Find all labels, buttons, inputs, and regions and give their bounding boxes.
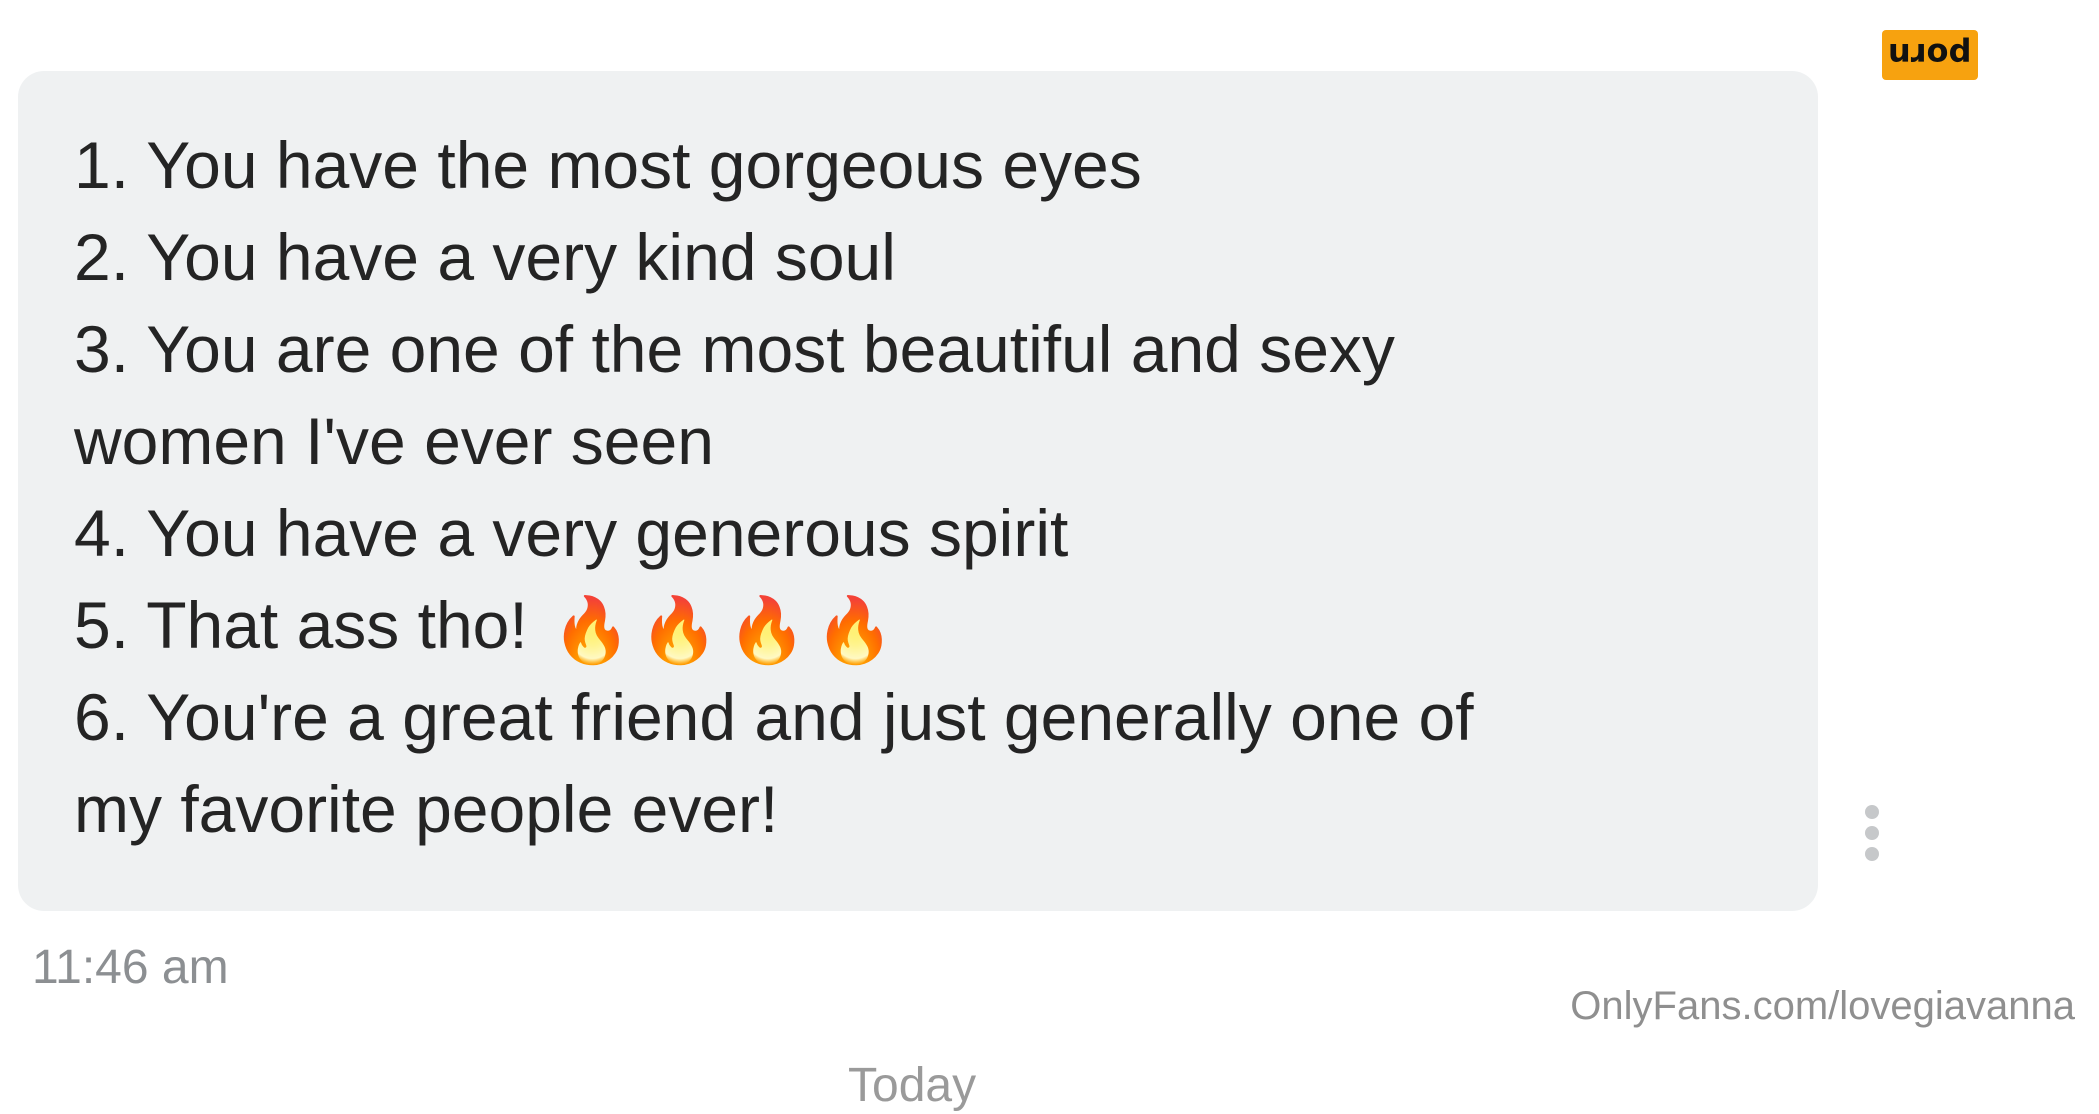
message-line-5: 5. That ass tho! 🔥 🔥 🔥 🔥 — [74, 579, 1768, 671]
day-divider-label: Today — [848, 1059, 977, 1112]
fire-icon: 🔥 — [639, 594, 720, 666]
kebab-dot — [1865, 826, 1879, 840]
message-line-4: 4. You have a very generous spirit — [74, 496, 1069, 570]
message-bubble[interactable]: 1. You have the most gorgeous eyes 2. Yo… — [18, 71, 1818, 911]
watermark-text: OnlyFans.com/lovegiavanna — [1570, 984, 2075, 1028]
fire-icon: 🔥 — [551, 594, 632, 666]
message-timestamp: 11:46 am — [32, 941, 229, 994]
fire-icon: 🔥 — [814, 594, 895, 666]
kebab-dot — [1865, 847, 1879, 861]
more-vertical-icon[interactable] — [1864, 805, 1880, 861]
message-line-2: 2. You have a very kind soul — [74, 220, 896, 294]
fire-icon: 🔥 — [727, 594, 807, 666]
message-line-6: 6. You're a great friend and just genera… — [74, 680, 1474, 754]
badge-label: porn — [1888, 36, 1972, 74]
message-line-3-continued: women I've ever seen — [74, 404, 714, 478]
kebab-dot — [1865, 805, 1879, 819]
porn-badge: porn — [1882, 30, 1978, 80]
message-line-1: 1. You have the most gorgeous eyes — [74, 128, 1142, 202]
fire-emoji-group: 🔥 🔥 🔥 🔥 — [528, 588, 895, 662]
message-line-5-text: 5. That ass tho! — [74, 588, 528, 662]
message-line-6-continued: my favorite people ever! — [74, 772, 779, 846]
message-line-3: 3. You are one of the most beautiful and… — [74, 312, 1395, 386]
